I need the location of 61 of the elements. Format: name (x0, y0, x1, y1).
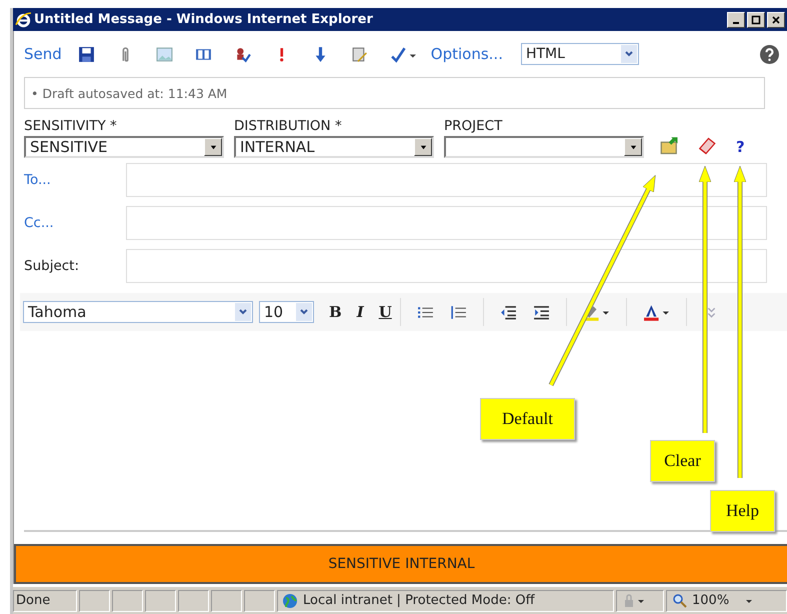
minimize-icon (733, 22, 739, 24)
status-pane (79, 590, 110, 612)
callout-label: Default (480, 398, 575, 440)
folder-arrow-icon[interactable] (660, 136, 680, 156)
magnifier-icon (671, 592, 689, 608)
input-field[interactable] (126, 162, 767, 196)
document-icon[interactable] (350, 46, 368, 62)
send-button[interactable]: Send (24, 45, 62, 63)
format-dropdown[interactable]: HTML (520, 43, 639, 65)
outdent-icon[interactable] (500, 304, 517, 320)
numbered-list-icon[interactable] (450, 304, 467, 320)
text-style-button[interactable]: U (378, 303, 392, 321)
eraser-icon[interactable] (696, 136, 716, 156)
recipient-link[interactable]: Cc... (24, 214, 126, 230)
draft-note: • Draft autosaved at: 11:43 AM (31, 86, 228, 100)
status-pane (112, 590, 143, 612)
maximize-button[interactable] (747, 12, 765, 28)
status-pane (178, 590, 209, 612)
browser-logo-icon (15, 11, 32, 28)
caret-down-icon (628, 142, 638, 152)
status-pane (244, 590, 275, 612)
classification-dropdown[interactable]: SENSITIVE (24, 136, 224, 158)
close-button[interactable] (767, 12, 785, 28)
options-link[interactable]: Options... (430, 45, 503, 63)
classification-dropdown[interactable]: INTERNAL (234, 136, 434, 158)
font-size-dropdown[interactable]: 10 (259, 301, 314, 323)
zoom-control[interactable]: 100% (666, 590, 787, 612)
field-label: SENSITIVITY * (24, 118, 118, 134)
field-label: PROJECT (444, 118, 504, 134)
spelling-icon[interactable] (390, 46, 417, 62)
maximize-icon (751, 14, 761, 24)
help-icon[interactable] (760, 44, 779, 64)
indent-icon[interactable] (532, 304, 550, 320)
classification-dropdown[interactable] (444, 136, 644, 158)
globe-icon (281, 592, 299, 608)
callout-label: Help (710, 490, 775, 532)
minimize-button[interactable] (727, 12, 745, 28)
status-pane (145, 590, 176, 612)
input-field[interactable] (126, 206, 767, 240)
status-pane (211, 590, 242, 612)
field-label: Subject: (24, 258, 80, 274)
field-label: DISTRIBUTION * (234, 118, 343, 134)
font-color-icon[interactable] (642, 304, 670, 320)
chevron-down-icon (299, 307, 309, 317)
classification-text: SENSITIVE INTERNAL (328, 556, 475, 572)
recipient-link[interactable]: To... (24, 172, 126, 188)
close-icon (771, 14, 781, 24)
text-style-button[interactable]: B (329, 303, 342, 321)
save-icon[interactable] (78, 46, 95, 62)
chevron-down-icon (238, 307, 248, 317)
caret-down-icon (208, 142, 218, 152)
callout-label: Clear (650, 440, 715, 482)
input-field[interactable] (126, 248, 767, 282)
font-dropdown[interactable]: Tahoma (23, 301, 253, 323)
help-link[interactable]: ? (736, 138, 745, 156)
window-title: Untitled Message - Windows Internet Explorer (34, 12, 374, 27)
security-zone-text: Local intranet | Protected Mode: Off (303, 593, 535, 608)
chevron-down-icon (624, 49, 634, 59)
status-text: Done (13, 590, 77, 612)
text-style-button[interactable]: I (356, 303, 364, 321)
caret-down-icon (418, 142, 428, 152)
